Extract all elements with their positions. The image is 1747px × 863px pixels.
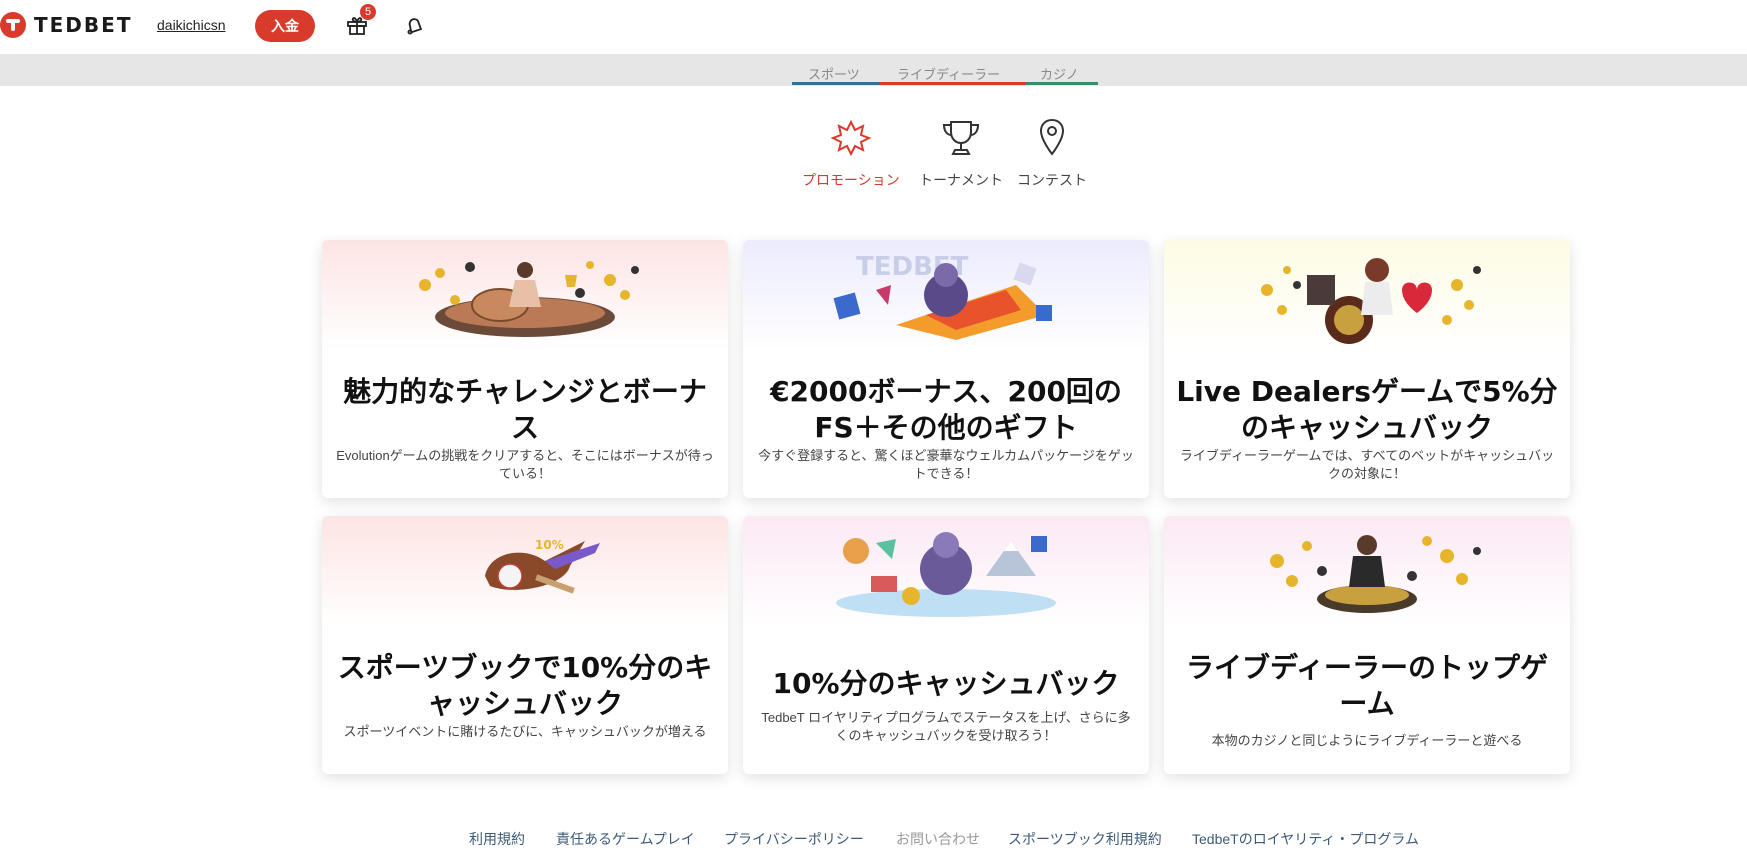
location-pin-icon	[1039, 118, 1065, 156]
footer-link-privacy-policy[interactable]: プライバシーポリシー	[724, 829, 864, 849]
promo-card[interactable]: 魅力的なチャレンジとボーナス Evolutionゲームの挑戦をクリアすると、そこ…	[322, 240, 728, 498]
promo-card-title: €2000ボーナス、200回のFS＋その他のギフト	[770, 375, 1122, 444]
footer-link-terms[interactable]: 利用規約	[469, 829, 525, 849]
promo-card[interactable]: ライブディーラーのトップゲーム 本物のカジノと同じようにライブディーラーと遊べる	[1164, 516, 1570, 774]
promo-card-description: 今すぐ登録すると、驚くほど豪華なウェルカムパッケージをゲットできる！	[758, 448, 1134, 481]
promo-card-image: TEDBET	[743, 240, 1149, 350]
gift-count-badge: 5	[360, 4, 376, 20]
promo-card-description: Evolutionゲームの挑戦をクリアすると、そこにはボーナスが待っている！	[336, 448, 714, 481]
trophy-icon	[942, 121, 980, 155]
promo-card-image: 10%	[322, 516, 728, 626]
promo-card-description: ライブディーラーゲームでは、すべてのベットがキャッシュバックの対象に！	[1179, 448, 1555, 481]
footer-link-contact[interactable]: お問い合わせ	[896, 829, 980, 849]
promo-nav-promotions[interactable]: プロモーション	[802, 116, 900, 190]
notification-bell-icon[interactable]	[402, 13, 426, 37]
category-bar: スポーツ ライブディーラー カジノ	[0, 54, 1747, 86]
promo-card-title: Live Dealersゲームで5%分のキャッシュバック	[1176, 375, 1558, 444]
svg-text:10%: 10%	[535, 538, 564, 552]
logo-mark-icon	[0, 12, 26, 38]
tab-live-dealer-underline	[880, 82, 1026, 85]
tab-sports[interactable]: スポーツ	[808, 64, 860, 83]
promo-card-image	[1164, 240, 1570, 350]
tab-sports-underline	[792, 82, 880, 85]
promo-card-title: スポーツブックで10%分のキャッシュバック	[337, 651, 713, 720]
top-header: TEDBET daikichicsn 入金 5	[0, 0, 1747, 54]
promo-card-image	[322, 240, 728, 350]
promo-card-description: TedbeT ロイヤリティプログラムでステータスを上げ、さらに多くのキャッシュバ…	[761, 710, 1131, 743]
promo-card-image	[743, 516, 1149, 626]
promo-nav-label: コンテスト	[1017, 172, 1087, 188]
logo-text: TEDBET	[34, 13, 133, 37]
promo-nav-label: プロモーション	[802, 172, 900, 188]
promo-card[interactable]: 10%分のキャッシュバック TedbeT ロイヤリティプログラムでステータスを上…	[743, 516, 1149, 774]
promo-nav-contests[interactable]: コンテスト	[1017, 116, 1087, 190]
footer-links: 利用規約 責任あるゲームプレイ プライバシーポリシー お問い合わせ スポーツブッ…	[0, 829, 1747, 849]
footer-link-loyalty-program[interactable]: TedbeTのロイヤリティ・プログラム	[1192, 829, 1419, 849]
promo-card[interactable]: TEDBET €2000ボーナス、200回のFS＋その他のギフト 今すぐ登録する…	[743, 240, 1149, 498]
promo-card-description: 本物のカジノと同じようにライブディーラーと遊べる	[1211, 733, 1523, 748]
tedbet-logo[interactable]: TEDBET	[0, 12, 132, 38]
promo-nav-label: トーナメント	[919, 172, 1003, 188]
promo-nav-tournaments[interactable]: トーナメント	[919, 116, 1003, 190]
username-link[interactable]: daikichicsn	[157, 17, 225, 33]
promo-card-title: 10%分のキャッシュバック	[772, 667, 1120, 700]
promo-card-title: ライブディーラーのトップゲーム	[1185, 651, 1549, 720]
promo-card[interactable]: Live Dealersゲームで5%分のキャッシュバック ライブディーラーゲーム…	[1164, 240, 1570, 498]
promotion-star-icon	[830, 119, 872, 157]
promo-card[interactable]: 10% スポーツブックで10%分のキャッシュバック スポーツイベントに賭けるたび…	[322, 516, 728, 774]
tab-casino-underline	[1026, 82, 1098, 85]
promo-card-description: スポーツイベントに賭けるたびに、キャッシュバックが増える	[343, 724, 707, 739]
promo-card-title: 魅力的なチャレンジとボーナス	[343, 375, 707, 444]
promo-card-image	[1164, 516, 1570, 626]
deposit-button[interactable]: 入金	[255, 10, 315, 42]
tab-casino[interactable]: カジノ	[1040, 64, 1079, 83]
tab-live-dealer[interactable]: ライブディーラー	[897, 64, 1000, 83]
footer-link-sportsbook-terms[interactable]: スポーツブック利用規約	[1008, 829, 1162, 849]
footer-link-responsible-gaming[interactable]: 責任あるゲームプレイ	[556, 829, 695, 849]
